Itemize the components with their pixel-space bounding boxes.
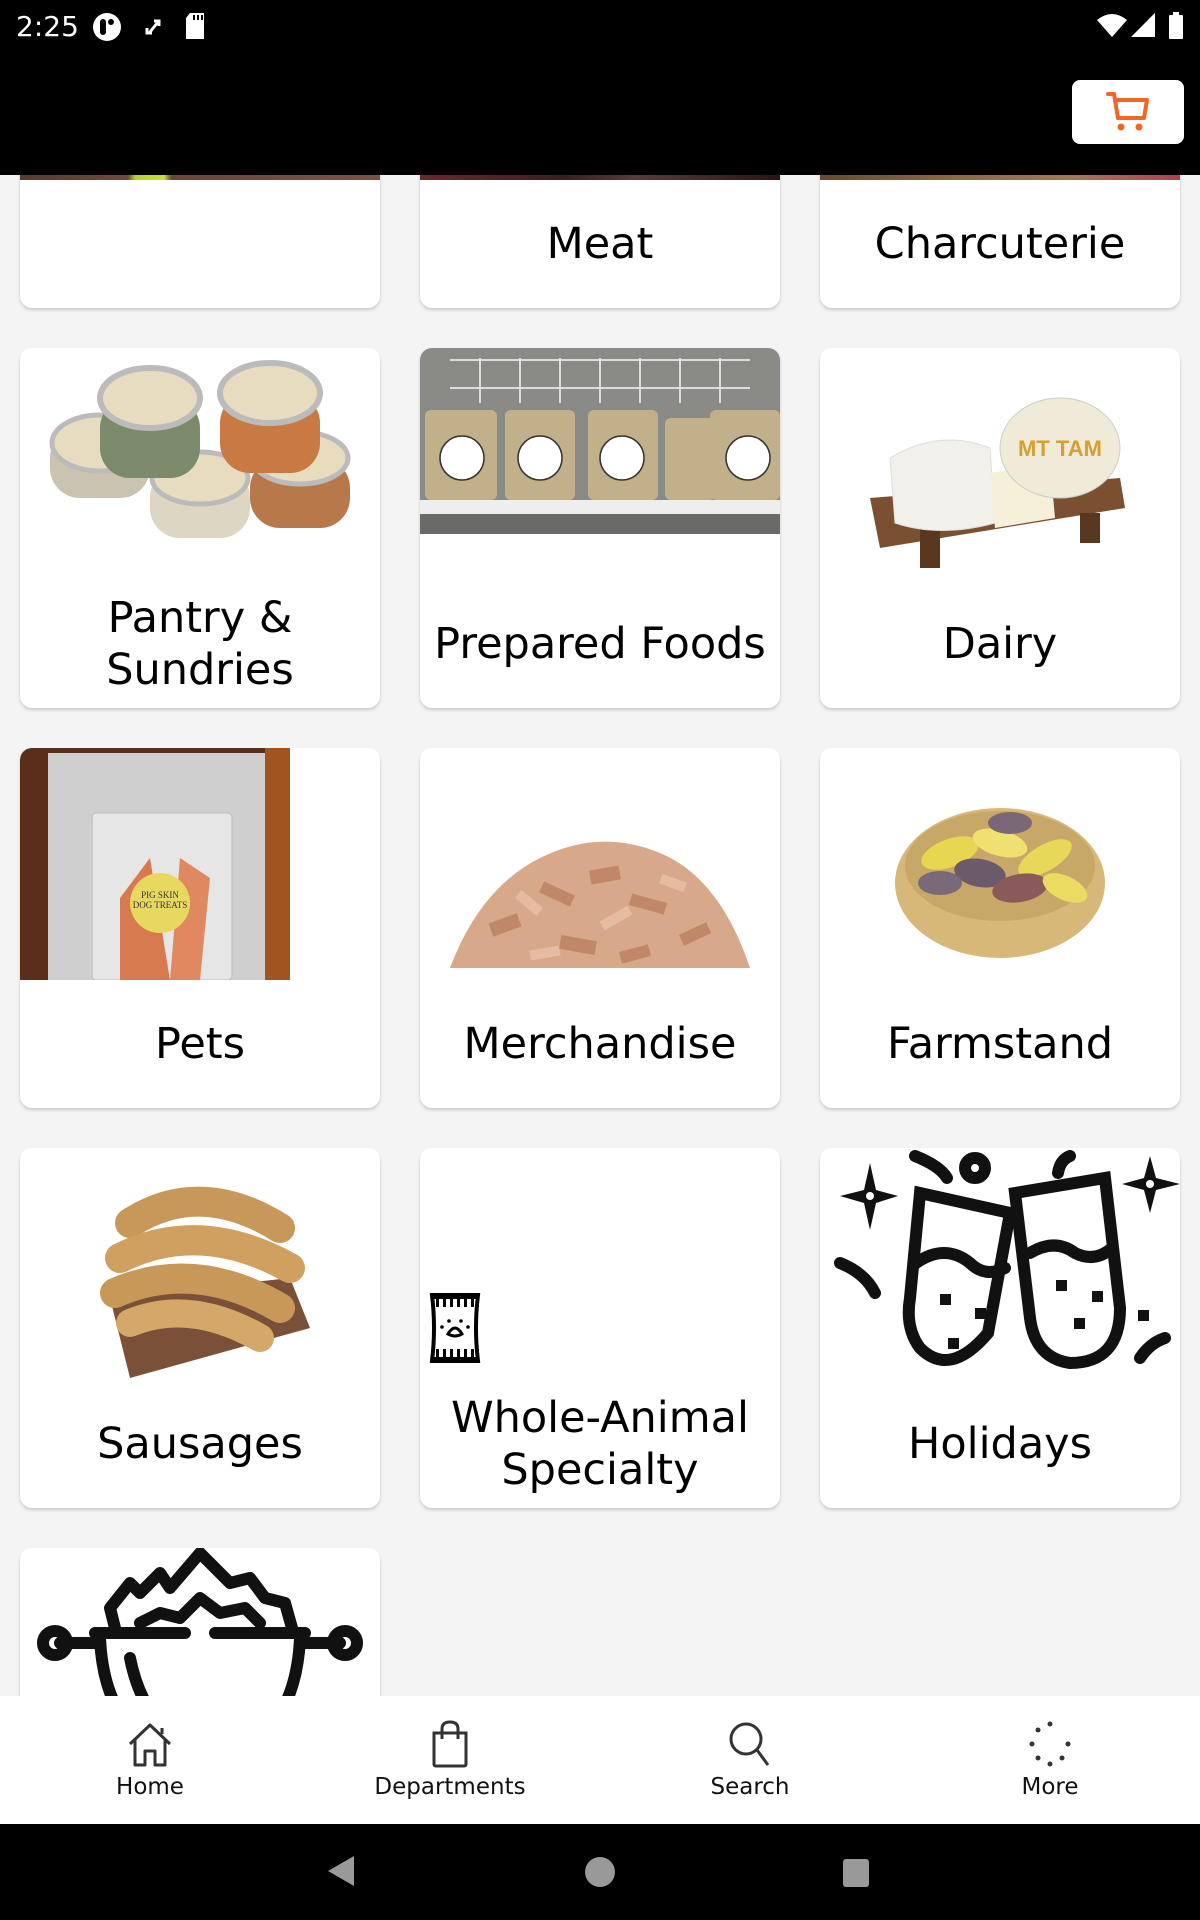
svg-text:MT TAM: MT TAM <box>1018 436 1102 461</box>
nav-home-label: Home <box>116 1774 184 1800</box>
home-icon <box>128 1723 172 1767</box>
battery-icon <box>1169 12 1183 39</box>
shopping-bag-icon <box>432 1720 468 1768</box>
department-card[interactable]: Merchandise <box>420 748 780 1108</box>
search-icon <box>729 1722 770 1766</box>
department-card[interactable]: Charcuterie <box>820 175 1180 308</box>
department-label <box>20 180 380 308</box>
department-label: Dairy <box>942 619 1058 669</box>
potatoes-basket-photo <box>820 748 1180 980</box>
status-time: 2:25 <box>16 10 79 43</box>
grill-bowl-icon <box>20 1548 380 1696</box>
department-card[interactable]: Pantry & Sundries <box>20 348 380 708</box>
sd-card-icon <box>186 13 204 39</box>
department-label: Prepared Foods <box>434 619 766 669</box>
app-notification-icon <box>93 13 121 41</box>
department-label: Pets <box>154 1019 246 1069</box>
department-image <box>420 1148 780 1380</box>
sausages-photo <box>20 1148 380 1380</box>
pig-skin-dog-treats-photo: PIG SKIN DOG TREATS <box>20 748 380 980</box>
app-bar <box>0 56 1200 175</box>
svg-text:DOG TREATS: DOG TREATS <box>133 900 188 910</box>
wifi-icon <box>1097 14 1127 37</box>
sync-icon <box>145 19 161 35</box>
home-circle-icon[interactable] <box>584 1856 616 1888</box>
department-label: Charcuterie <box>874 219 1126 269</box>
wood-chips-photo <box>420 748 780 980</box>
department-card[interactable] <box>20 1548 380 1696</box>
bottom-navigation: Home Departments Search More <box>0 1696 1200 1824</box>
nav-search-label: Search <box>710 1774 790 1800</box>
back-icon[interactable] <box>326 1854 356 1888</box>
recents-icon[interactable] <box>842 1858 870 1888</box>
nav-search[interactable]: Search <box>600 1696 900 1824</box>
svg-text:PIG SKIN: PIG SKIN <box>141 890 179 900</box>
status-bar: 2:25 <box>0 0 1200 56</box>
department-label: Farmstand <box>886 1019 1114 1069</box>
nav-departments[interactable]: Departments <box>300 1696 600 1824</box>
bone-broth-containers-photo <box>420 348 780 580</box>
system-navigation-bar <box>0 1824 1200 1920</box>
department-card[interactable]: Prepared Foods <box>420 348 780 708</box>
department-card[interactable]: PIG SKIN DOG TREATS Pets <box>20 748 380 1108</box>
nav-more-label: More <box>1021 1774 1079 1800</box>
nav-more[interactable]: More <box>900 1696 1200 1824</box>
shopping-cart-icon <box>1106 92 1149 131</box>
department-label: Holidays <box>907 1419 1093 1469</box>
department-card[interactable]: Farmstand <box>820 748 1180 1108</box>
department-label: Whole-Animal Specialty <box>451 1393 749 1495</box>
nav-home[interactable]: Home <box>0 1696 300 1824</box>
department-card[interactable]: Meat <box>420 175 780 308</box>
department-label: Sausages <box>97 1419 303 1469</box>
department-card[interactable]: Sausages <box>20 1148 380 1508</box>
champagne-toast-icon <box>820 1148 1180 1380</box>
department-card[interactable]: MT TAM Dairy <box>820 348 1180 708</box>
departments-grid-scroll[interactable]: Meat Charcuterie Pantry & Sundries Prepa… <box>0 175 1200 1696</box>
signal-icon <box>1131 13 1155 37</box>
cart-button[interactable] <box>1072 80 1184 144</box>
department-label: Pantry & Sundries <box>106 593 294 695</box>
department-card[interactable] <box>20 175 380 308</box>
more-dots-icon <box>1029 1721 1071 1767</box>
department-card[interactable]: Whole-Animal Specialty <box>420 1148 780 1508</box>
department-card[interactable]: Holidays <box>820 1148 1180 1508</box>
department-label: Meat <box>546 219 654 269</box>
pet-food-bag-icon <box>429 1293 481 1363</box>
nav-departments-label: Departments <box>374 1774 526 1800</box>
mt-tam-cheese-photo: MT TAM <box>820 348 1180 580</box>
department-label: Merchandise <box>463 1019 737 1069</box>
spice-jars-photo <box>20 348 380 580</box>
